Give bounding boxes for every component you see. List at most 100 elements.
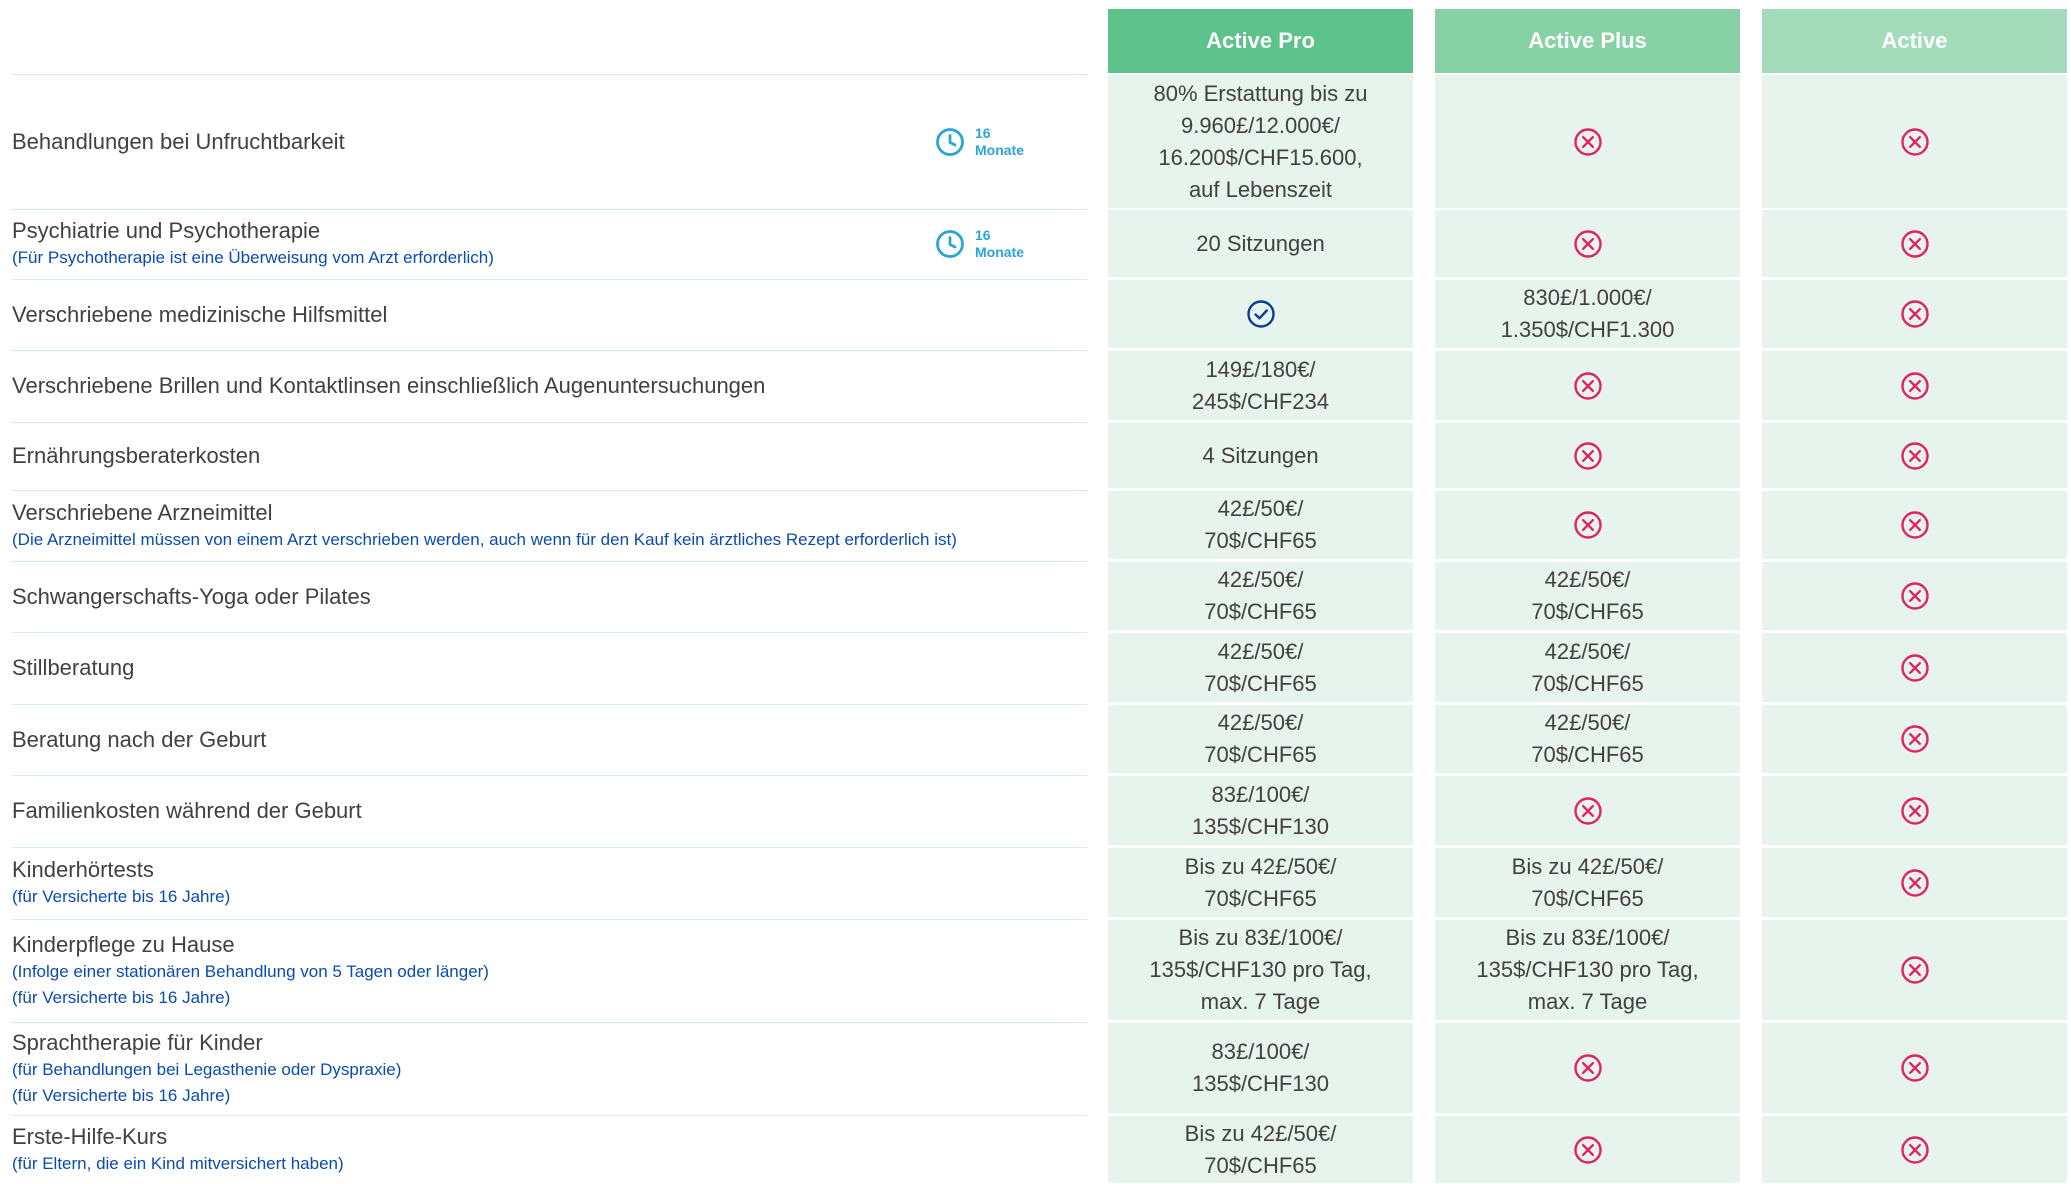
plan-cell bbox=[1435, 210, 1740, 277]
plan-cell-text: 42£/50€/ 70$/CHF65 bbox=[1204, 636, 1317, 700]
plan-cell-line: 70$/CHF65 bbox=[1204, 1152, 1317, 1178]
benefit-note: (für Eltern, die ein Kind mitversichert … bbox=[12, 1154, 344, 1173]
plan-cell: 830£/1.000€/ 1.350$/CHF1.300 bbox=[1435, 280, 1740, 348]
plan-cell bbox=[1762, 423, 2067, 488]
plan-cell-line: 70$/CHF65 bbox=[1204, 742, 1317, 767]
plan-cell-text: Bis zu 42£/50€/ 70$/CHF65 bbox=[1512, 851, 1664, 915]
benefit-label: Beratung nach der Geburt bbox=[12, 705, 1087, 774]
benefit-name: Verschriebene Brillen und Kontaktlinsen … bbox=[12, 373, 766, 398]
plan-cell: Bis zu 42£/50€/ 70$/CHF65 bbox=[1435, 848, 1740, 917]
plan-cell-line: 70$/CHF65 bbox=[1531, 885, 1644, 911]
plan-cell bbox=[1762, 848, 2067, 917]
plan-cell-line: 1.350$/CHF1.300 bbox=[1500, 317, 1675, 342]
plan-cell-line: 70$/CHF65 bbox=[1531, 599, 1644, 624]
plan-cell bbox=[1435, 75, 1740, 208]
plan-cell-line: 135$/CHF130 bbox=[1192, 1071, 1329, 1096]
benefit-name: Stillberatung bbox=[12, 655, 135, 680]
plan-cell-text: Bis zu 42£/50€/ 70$/CHF65 bbox=[1185, 851, 1337, 915]
plan-cell: 42£/50€/ 70$/CHF65 bbox=[1108, 633, 1413, 702]
plan-cell bbox=[1762, 1023, 2067, 1113]
plan-cell-line: max. 7 Tage bbox=[1527, 989, 1648, 1014]
plan-cell bbox=[1435, 1023, 1740, 1113]
plan-cell-text: 830£/1.000€/ 1.350$/CHF1.300 bbox=[1501, 282, 1675, 346]
plan-cell-line: 42£/50€/ bbox=[1217, 496, 1304, 521]
x-circle-icon bbox=[1900, 127, 1929, 156]
waiting-period-text: 16 Monate bbox=[975, 227, 1024, 261]
x-circle-icon bbox=[1573, 1135, 1602, 1164]
plan-cell: 42£/50€/ 70$/CHF65 bbox=[1435, 633, 1740, 702]
benefit-label: Kinderhörtests (für Versicherte bis 16 Ja… bbox=[12, 848, 1087, 918]
plan-cell: 4 Sitzungen bbox=[1108, 423, 1413, 488]
benefit-name: Familienkosten während der Geburt bbox=[12, 798, 362, 823]
benefit-name: Kinderpflege zu Hause bbox=[12, 931, 235, 957]
plan-cell-line: 42£/50€/ bbox=[1544, 567, 1631, 592]
plan-cell-text: 149£/180€/ 245$/CHF234 bbox=[1192, 354, 1329, 418]
plan-cell-text: 83£/100€/ 135$/CHF130 bbox=[1192, 1036, 1329, 1100]
plan-cell-text: 42£/50€/ 70$/CHF65 bbox=[1204, 493, 1317, 557]
benefit-name: Sprachtherapie für Kinder bbox=[12, 1029, 263, 1055]
plan-cell bbox=[1762, 1116, 2067, 1183]
plan-header-active-plus: Active Plus bbox=[1435, 9, 1740, 73]
benefit-label: Ernährungsberaterkosten bbox=[12, 423, 1087, 489]
plan-cell-line: 70$/CHF65 bbox=[1204, 885, 1317, 911]
plan-cell: 42£/50€/ 70$/CHF65 bbox=[1108, 562, 1413, 630]
plan-cell: 80% Erstattung bis zu 9.960£/12.000€/ 16.2… bbox=[1108, 75, 1413, 208]
plan-cell bbox=[1762, 210, 2067, 277]
benefit-label: Psychiatrie und Psychotherapie (Für Psych… bbox=[12, 210, 1087, 278]
plan-cell bbox=[1762, 920, 2067, 1020]
plan-cell-line: Bis zu 83£/100€/ bbox=[1505, 925, 1670, 950]
plan-cell bbox=[1762, 351, 2067, 420]
plan-cell bbox=[1762, 705, 2067, 773]
benefit-note: (für Behandlungen bei Legasthenie oder D… bbox=[12, 1059, 402, 1079]
x-circle-icon bbox=[1900, 582, 1929, 610]
plan-cell: 20 Sitzungen bbox=[1108, 210, 1413, 277]
plan-cell-line: 70$/CHF65 bbox=[1204, 599, 1317, 624]
plan-cell-line: 9.960£/12.000€/ bbox=[1180, 112, 1341, 138]
plan-cell-line: Bis zu 42£/50€/ bbox=[1511, 853, 1664, 879]
plan-cell: 42£/50€/ 70$/CHF65 bbox=[1435, 562, 1740, 630]
benefit-name: Verschriebene Arzneimittel bbox=[12, 499, 273, 525]
benefit-note: (Die Arzneimittel müssen von einem Arzt … bbox=[12, 529, 957, 549]
plan-cell-line: 245$/CHF234 bbox=[1192, 388, 1329, 414]
plan-cell-line: 42£/50€/ bbox=[1217, 710, 1304, 735]
x-circle-icon bbox=[1573, 796, 1602, 825]
plan-cell-text: 42£/50€/ 70$/CHF65 bbox=[1531, 636, 1644, 700]
benefit-name: Beratung nach der Geburt bbox=[12, 726, 267, 752]
waiting-period-unit: Monate bbox=[975, 142, 1024, 158]
benefit-note: (für Versicherte bis 16 Jahre) bbox=[12, 1085, 231, 1105]
plan-cell: 83£/100€/ 135$/CHF130 bbox=[1108, 1023, 1413, 1113]
benefit-label: Behandlungen bei Unfruchtbarkeit bbox=[12, 75, 1087, 209]
plan-cell bbox=[1762, 562, 2067, 630]
plan-cell-text: Bis zu 83£/100€/ 135$/CHF130 pro Tag, max.… bbox=[1476, 922, 1698, 1018]
benefit-name: Psychiatrie und Psychotherapie bbox=[12, 218, 321, 243]
benefit-name: Kinderhörtests bbox=[12, 857, 154, 882]
plan-cell-line: 42£/50€/ bbox=[1217, 638, 1304, 664]
benefit-label: Familienkosten während der Geburt bbox=[12, 776, 1087, 846]
clock-icon bbox=[936, 230, 964, 258]
plan-header-active: Active bbox=[1762, 9, 2067, 73]
plan-cell-line: 42£/50€/ bbox=[1544, 638, 1631, 664]
x-circle-icon bbox=[1900, 956, 1929, 984]
benefit-note: (Für Psychotherapie ist eine Überweisung… bbox=[12, 248, 494, 267]
x-circle-icon bbox=[1573, 1054, 1602, 1082]
plan-cell-line: 135$/CHF130 bbox=[1192, 813, 1329, 839]
benefit-name: Behandlungen bei Unfruchtbarkeit bbox=[12, 129, 345, 154]
x-circle-icon bbox=[1573, 229, 1602, 258]
x-circle-icon bbox=[1900, 229, 1929, 258]
plan-cell-text: 42£/50€/ 70$/CHF65 bbox=[1531, 564, 1644, 628]
benefit-label: Schwangerschafts-Yoga oder Pilates bbox=[12, 562, 1087, 631]
plan-cell-line: max. 7 Tage bbox=[1200, 989, 1321, 1014]
plan-cell-line: 83£/100€/ bbox=[1211, 781, 1310, 807]
plan-cell bbox=[1762, 280, 2067, 348]
plan-cell: 42£/50€/ 70$/CHF65 bbox=[1108, 491, 1413, 559]
x-circle-icon bbox=[1900, 796, 1929, 825]
plan-cell-line: 16.200$/CHF15.600, bbox=[1158, 144, 1363, 170]
benefit-label: Verschriebene Arzneimittel (Die Arzneimit… bbox=[12, 491, 1087, 560]
benefit-note: (für Versicherte bis 16 Jahre) bbox=[12, 887, 231, 906]
plan-cell-line: 135$/CHF130 pro Tag, bbox=[1476, 957, 1699, 982]
plan-cell bbox=[1762, 75, 2067, 208]
x-circle-icon bbox=[1900, 300, 1929, 328]
plan-cell bbox=[1762, 776, 2067, 845]
plan-cell-line: 42£/50€/ bbox=[1217, 567, 1304, 592]
x-circle-icon bbox=[1900, 371, 1929, 400]
